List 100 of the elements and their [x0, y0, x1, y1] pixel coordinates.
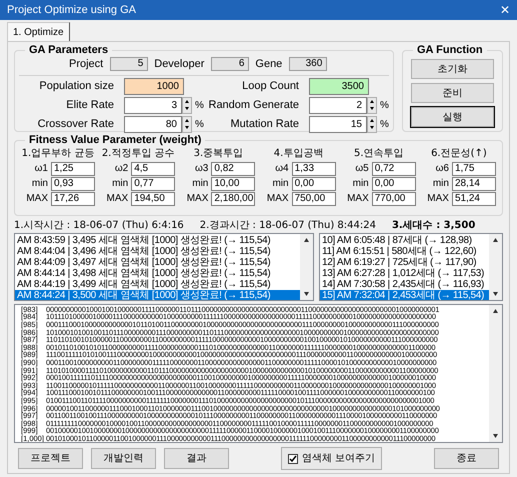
field-label: Mutation Rate [230, 117, 300, 132]
up-arrow-icon [183, 117, 191, 124]
list-item[interactable]: 11] AM 6:15:51 | 580세대 (→ 122,60) [320, 246, 489, 257]
function-button[interactable]: 초기화 [411, 59, 494, 79]
input-field[interactable]: 80 [124, 116, 182, 133]
bottom-button[interactable]: 종료 [434, 448, 499, 469]
list-item[interactable]: 14] AM 7:30:58 | 2,435세대 (→ 116,93) [320, 279, 489, 290]
criterion-header: 1.업무부하 균등 [22, 147, 94, 161]
criterion-header: 2.적정투입 공수 [102, 147, 175, 161]
weight-label: min [352, 177, 369, 191]
down-arrow-icon [183, 124, 191, 131]
bottom-button[interactable]: 개발인력 [91, 448, 156, 469]
list-item[interactable]: 15] AM 7:32:04 | 2,453세대 (→ 115,54) [320, 290, 489, 300]
unit-label: % [195, 99, 204, 113]
readonly-field: 360 [289, 57, 328, 71]
bottom-button[interactable]: 프로젝트 [18, 448, 83, 469]
weight-label: min [432, 177, 449, 191]
list-item[interactable]: AM 8:44:14 | 3,498 세대 염색체 [1000] 생성완료! (→ 115,54) [15, 268, 300, 279]
criterion-header: 5.연속투입 [354, 147, 404, 161]
weight-label: min [272, 177, 289, 191]
scrollbar[interactable] [300, 234, 313, 300]
weight-label: ω3 [195, 162, 208, 176]
field-label: Random Generate [208, 98, 300, 114]
weight-label: ω4 [275, 162, 289, 176]
readonly-field: 6 [211, 57, 250, 71]
readonly-field: 5 [110, 57, 148, 71]
list-item[interactable]: 10] AM 6:05:48 | 87세대 (→ 128,98) [320, 235, 489, 246]
input-field[interactable]: 1,75 [452, 162, 496, 176]
start-time: 1.시작시간 : 18-06-07 (Thu) 6:4:16 [14, 218, 184, 232]
criterion-header: 4.투입공백 [274, 147, 324, 161]
input-field[interactable]: 1,25 [51, 162, 95, 176]
weight-label: MAX [347, 192, 369, 206]
input-field[interactable]: 2 [309, 97, 367, 114]
list-item[interactable]: 13] AM 6:27:28 | 1,012세대 (→ 117,53) [320, 268, 489, 279]
input-field[interactable]: 4,5 [131, 162, 176, 176]
spin-buttons[interactable] [367, 97, 377, 114]
weight-label: MAX [26, 192, 48, 206]
weight-label: MAX [186, 192, 208, 206]
input-field[interactable]: 0,00 [372, 176, 416, 190]
list-item[interactable]: AM 8:44:24 | 3,500 세대 염색체 [1000] 생성완료! (→ 115,54) [15, 290, 300, 300]
checkbox-label: 염색체 보여주기 [302, 452, 376, 466]
spin-buttons[interactable] [182, 97, 192, 114]
input-field[interactable]: 770,00 [372, 192, 416, 206]
input-field[interactable]: 51,24 [452, 192, 496, 206]
input-field[interactable]: 17,26 [51, 192, 95, 206]
function-button[interactable]: 실행 [411, 107, 494, 127]
input-field[interactable]: 3 [124, 97, 182, 114]
list-box[interactable] [319, 233, 503, 301]
list-item[interactable]: AM 8:44:19 | 3,499 세대 염색체 [1000] 생성완료! (→ 115,54) [15, 279, 300, 290]
tab[interactable]: 1. Optimize [7, 22, 70, 41]
weight-label: MAX [106, 192, 128, 206]
close-button[interactable]: ✕ [500, 4, 510, 16]
input-field[interactable]: 194,50 [131, 192, 176, 206]
checkbox-panel[interactable]: 염색체 보여주기 [280, 447, 382, 470]
checkbox[interactable] [288, 454, 298, 464]
input-field[interactable]: 0,77 [131, 176, 176, 190]
input-field[interactable]: 10,00 [211, 176, 256, 190]
list-item[interactable]: 12] AM 6:19:27 | 725세대 (→ 117,90) [320, 257, 489, 268]
down-arrow-icon [368, 105, 376, 112]
spin-buttons[interactable] [367, 116, 377, 133]
function-button[interactable]: 준비 [411, 83, 494, 103]
weight-label: min [32, 177, 48, 191]
spin-buttons[interactable] [182, 116, 192, 133]
unit-label: % [380, 118, 389, 132]
list-box[interactable] [14, 233, 314, 301]
unit-label: % [195, 118, 204, 132]
info-label: Developer [154, 56, 204, 72]
input-field[interactable]: 0,72 [372, 162, 416, 176]
up-arrow-icon [368, 117, 376, 124]
field-label: Elite Rate [65, 98, 115, 114]
input-field[interactable]: 0,82 [211, 162, 256, 176]
field-label: Loop Count [241, 79, 300, 94]
group-title: Fitness Value Parameter (weight) [25, 133, 206, 147]
down-arrow-icon [368, 124, 376, 131]
field-label: Crossover Rate [36, 117, 115, 132]
field-label: Population size [38, 79, 115, 94]
criterion-header: 3.중복투입 [194, 147, 244, 161]
input-field[interactable]: 0,00 [292, 176, 336, 190]
input-field[interactable]: 2,180,00 [211, 192, 256, 206]
input-field[interactable]: 28,14 [452, 176, 496, 190]
scrollbar[interactable] [489, 305, 502, 442]
list-item[interactable]: AM 8:44:04 | 3,496 세대 염색체 [1000] 생성완료! (→ 115,54) [15, 246, 300, 257]
input-field[interactable]: 750,00 [292, 192, 336, 206]
weight-label: MAX [427, 192, 449, 206]
unit-label: % [380, 99, 389, 113]
weight-label: ω6 [436, 162, 449, 176]
list-item[interactable]: AM 8:44:09 | 3,497 세대 염색체 [1000] 생성완료! (→ 115,54) [15, 257, 300, 268]
list-item[interactable]: AM 8:43:59 | 3,495 세대 염색체 [1000] 생성완료! (→ 115,54) [15, 235, 300, 246]
input-field[interactable]: 1,33 [292, 162, 336, 176]
down-arrow-icon [183, 105, 191, 112]
info-label: Project [69, 56, 104, 72]
input-field[interactable]: 0,93 [51, 176, 95, 190]
input-field[interactable]: 3500 [309, 78, 369, 95]
bottom-button[interactable]: 결과 [164, 448, 229, 469]
input-field[interactable]: 15 [309, 116, 367, 133]
window-title: Project Optimize using GA [7, 2, 136, 18]
check-icon [288, 454, 297, 462]
input-field[interactable]: 1000 [124, 78, 184, 95]
weight-label: MAX [266, 192, 289, 206]
scrollbar[interactable] [489, 234, 502, 300]
